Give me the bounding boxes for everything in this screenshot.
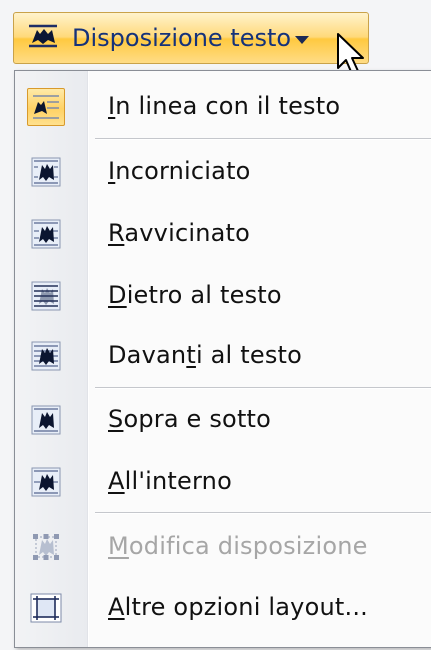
in-front-of-text-icon [27, 337, 65, 375]
wrap-text-icon [28, 23, 58, 53]
menu-item-through[interactable]: All'interno [15, 454, 431, 510]
tight-wrap-icon [27, 215, 65, 253]
menu-item-accelerator: S [108, 405, 124, 433]
menu-item-more-layout-options[interactable]: Altre opzioni layout... [15, 580, 431, 636]
menu-item-behind-text[interactable]: Dietro al testo [15, 268, 431, 324]
menu-item-label: Davan [108, 341, 187, 369]
wrap-text-button[interactable]: Disposizione testo [13, 12, 369, 64]
menu-separator [95, 512, 431, 514]
top-bottom-icon [27, 401, 65, 439]
menu-item-label: ncorniciato [115, 157, 251, 185]
edit-wrap-points-icon [27, 528, 65, 566]
through-icon [27, 463, 65, 501]
menu-item-top-and-bottom[interactable]: Sopra e sotto [15, 392, 431, 448]
menu-item-accelerator: t [186, 341, 196, 369]
menu-item-accelerator: A [108, 467, 125, 495]
square-wrap-icon [27, 153, 65, 191]
menu-item-edit-wrap-points: Modifica disposizione [15, 519, 431, 575]
wrap-text-label: Disposizione testo [72, 24, 292, 52]
menu-item-label: ietro al testo [126, 281, 282, 309]
menu-separator [95, 387, 431, 389]
menu-item-label: n linea con il testo [115, 92, 341, 120]
menu-item-tight[interactable]: Ravvicinato [15, 206, 431, 262]
behind-text-icon [27, 277, 65, 315]
menu-item-accelerator: R [108, 219, 125, 247]
inline-with-text-icon [27, 88, 65, 126]
menu-item-label: ll'interno [124, 467, 232, 495]
menu-item-accelerator: A [108, 593, 125, 621]
menu-item-accelerator: M [108, 532, 129, 560]
menu-item-label: opra e sotto [123, 405, 272, 433]
menu-item-label: ltre opzioni layout... [124, 593, 368, 621]
wrap-text-menu: In linea con il testo Incorniciato Ravvi… [14, 70, 431, 648]
menu-item-label: avvicinato [124, 219, 251, 247]
chevron-down-icon [295, 36, 310, 44]
menu-item-square[interactable]: Incorniciato [15, 144, 431, 200]
menu-item-inline-with-text[interactable]: In linea con il testo [15, 79, 431, 135]
more-layout-options-icon [27, 589, 65, 627]
menu-item-in-front-of-text[interactable]: Davanti al testo [15, 328, 431, 384]
menu-item-accelerator: D [108, 281, 127, 309]
menu-item-label: odifica disposizione [128, 532, 368, 560]
menu-separator [95, 138, 431, 140]
menu-item-label: i al testo [195, 341, 303, 369]
